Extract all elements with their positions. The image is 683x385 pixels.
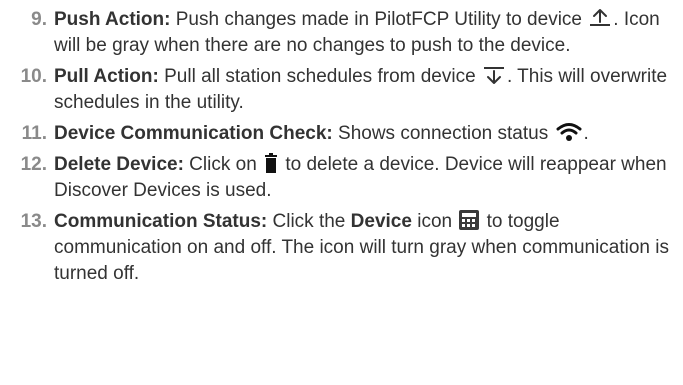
item-number: 11. [21,123,47,144]
list-item-delete-device: 12. Delete Device: Click on to delete a … [10,152,680,204]
item-text: Click the [267,211,351,232]
list-item-pull-action: 10. Pull Action: Pull all station schedu… [10,64,680,116]
item-number: 10. [20,66,47,87]
push-upload-icon [589,8,611,28]
item-term: Communication Status: [54,211,268,232]
item-emphasis: Device [350,211,412,232]
item-text: Shows connection status [332,123,554,144]
list-item-push-action: 9. Push Action: Push changes made in Pil… [10,7,680,59]
wifi-icon [556,122,582,142]
item-term: Pull Action: [54,66,159,87]
item-number: 12. [20,154,47,175]
item-text: Push changes made in PilotFCP Utility to… [170,9,588,30]
trash-icon [264,153,278,173]
item-term: Push Action: [54,9,171,30]
pull-download-icon [483,65,505,85]
item-body: Communication Status: Click the Device i… [54,209,680,287]
item-number: 13. [20,211,47,232]
list-item-communication-status: 13. Communication Status: Click the Devi… [10,209,680,287]
item-body: Device Communication Check: Shows connec… [54,121,680,147]
item-body: Push Action: Push changes made in PilotF… [54,7,680,59]
item-text: . [583,123,589,144]
item-body: Pull Action: Pull all station schedules … [54,64,680,116]
item-term: Device Communication Check: [54,123,333,144]
item-body: Delete Device: Click on to delete a devi… [54,152,680,204]
item-text: Click on [183,154,263,175]
instruction-list: 9. Push Action: Push changes made in Pil… [10,7,680,292]
list-item-device-communication-check: 11. Device Communication Check: Shows co… [10,121,680,147]
item-number: 9. [31,9,47,30]
item-text: icon [411,211,458,232]
item-text: Pull all station schedules from device [158,66,481,87]
item-term: Delete Device: [54,154,184,175]
device-calculator-icon [459,210,480,230]
